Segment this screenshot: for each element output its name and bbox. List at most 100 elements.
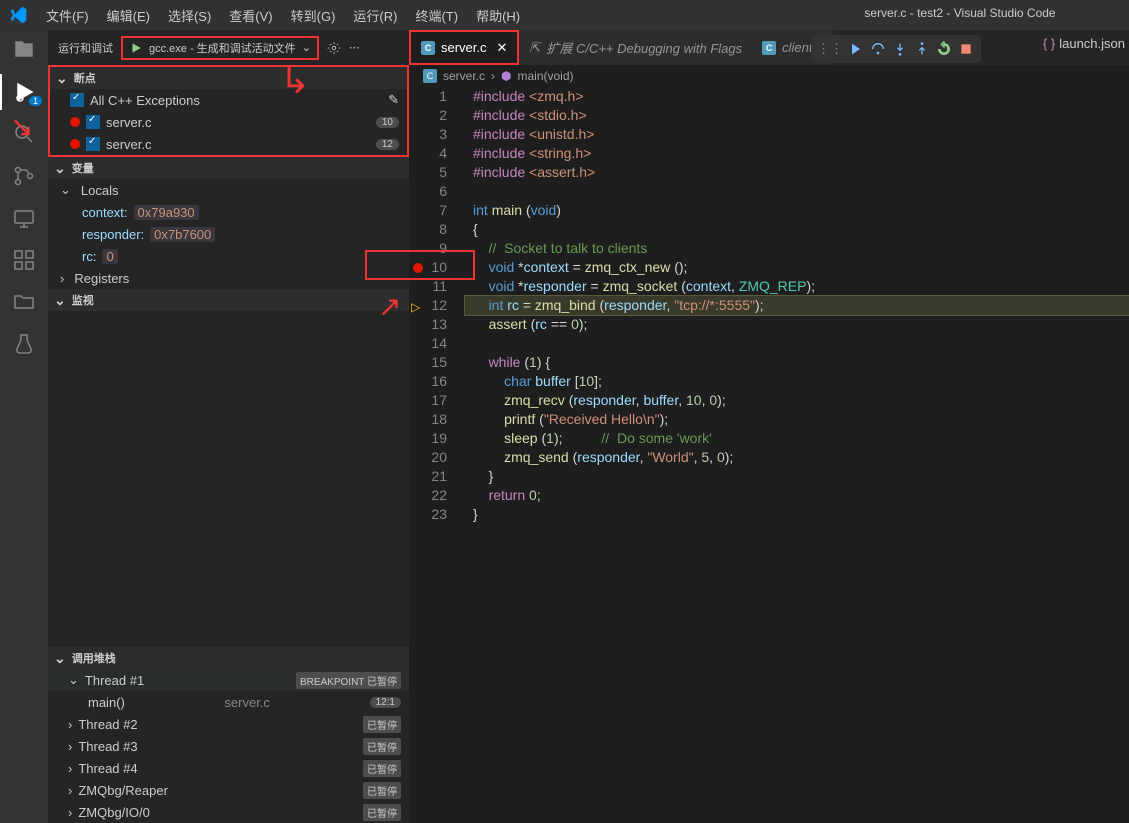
line-number[interactable]: 7 bbox=[409, 201, 447, 220]
code-line[interactable] bbox=[465, 334, 1129, 353]
tab-server-c[interactable]: C server.c ✕ bbox=[411, 32, 517, 63]
thread-row[interactable]: ›Thread #3已暂停 bbox=[48, 735, 409, 757]
callstack-section-header[interactable]: 调用堆栈 bbox=[48, 647, 409, 669]
tab-extension[interactable]: ⇱ 扩展 C/C++ Debugging with Flags bbox=[519, 30, 752, 65]
code-line[interactable]: int rc = zmq_bind (responder, "tcp://*:5… bbox=[465, 296, 1129, 315]
pencil-icon[interactable]: ✎ bbox=[388, 92, 399, 108]
stop-button[interactable] bbox=[957, 40, 975, 58]
registers-node[interactable]: ›Registers bbox=[48, 267, 409, 289]
source-control-icon[interactable] bbox=[12, 164, 36, 188]
line-number[interactable]: 8 bbox=[409, 220, 447, 239]
line-number[interactable]: 13 bbox=[409, 315, 447, 334]
code-line[interactable] bbox=[465, 182, 1129, 201]
line-number[interactable]: 15 bbox=[409, 353, 447, 372]
code-line[interactable]: assert (rc == 0); bbox=[465, 315, 1129, 334]
folder-icon[interactable] bbox=[12, 290, 36, 314]
line-number[interactable]: 3 bbox=[409, 125, 447, 144]
explorer-icon[interactable] bbox=[12, 38, 36, 62]
line-number[interactable]: 18 bbox=[409, 410, 447, 429]
code-line[interactable]: zmq_send (responder, "World", 5, 0); bbox=[465, 448, 1129, 467]
thread-row[interactable]: ›Thread #2已暂停 bbox=[48, 713, 409, 735]
code-editor[interactable]: 123456789101112▷1314151617181920212223 #… bbox=[409, 87, 1129, 524]
breadcrumb[interactable]: C server.c › ⬢ main(void) bbox=[409, 65, 1129, 87]
remote-icon[interactable] bbox=[12, 206, 36, 230]
menu-item[interactable]: 查看(V) bbox=[221, 2, 280, 29]
breakpoint-row[interactable]: server.c10 bbox=[50, 111, 407, 133]
code-line[interactable]: while (1) { bbox=[465, 353, 1129, 372]
tab-launch-json[interactable]: { }launch.json bbox=[1043, 36, 1125, 51]
code-line[interactable]: } bbox=[465, 467, 1129, 486]
code-line[interactable]: #include <zmq.h> bbox=[465, 87, 1129, 106]
menu-item[interactable]: 运行(R) bbox=[345, 2, 405, 29]
code-line[interactable]: } bbox=[465, 505, 1129, 524]
close-icon[interactable]: ✕ bbox=[497, 40, 508, 56]
code-line[interactable]: zmq_recv (responder, buffer, 10, 0); bbox=[465, 391, 1129, 410]
menu-item[interactable]: 选择(S) bbox=[160, 2, 219, 29]
checkbox[interactable] bbox=[86, 137, 100, 151]
menu-item[interactable]: 终端(T) bbox=[407, 2, 466, 29]
line-number[interactable]: 4 bbox=[409, 144, 447, 163]
line-number[interactable]: 12▷ bbox=[409, 296, 447, 315]
thread-row[interactable]: ⌄Thread #1BREAKPOINT 已暂停 bbox=[48, 669, 409, 691]
code-line[interactable]: { bbox=[465, 220, 1129, 239]
menu-item[interactable]: 编辑(E) bbox=[99, 2, 158, 29]
step-out-button[interactable] bbox=[913, 40, 931, 58]
code-line[interactable]: char buffer [10]; bbox=[465, 372, 1129, 391]
gear-icon[interactable] bbox=[327, 41, 341, 55]
menu-item[interactable]: 帮助(H) bbox=[468, 2, 528, 29]
watch-section-header[interactable]: 监视 bbox=[48, 289, 409, 311]
line-number[interactable]: 14 bbox=[409, 334, 447, 353]
step-into-button[interactable] bbox=[891, 40, 909, 58]
line-number[interactable]: 23 bbox=[409, 505, 447, 524]
line-number[interactable]: 16 bbox=[409, 372, 447, 391]
breakpoints-section-header[interactable]: 断点 bbox=[50, 67, 407, 89]
line-number[interactable]: 10 bbox=[409, 258, 447, 277]
locals-node[interactable]: ⌄Locals bbox=[48, 179, 409, 201]
code-line[interactable]: void *responder = zmq_socket (context, Z… bbox=[465, 277, 1129, 296]
line-number[interactable]: 20 bbox=[409, 448, 447, 467]
code-line[interactable]: #include <unistd.h> bbox=[465, 125, 1129, 144]
line-number[interactable]: 1 bbox=[409, 87, 447, 106]
code-line[interactable]: #include <stdio.h> bbox=[465, 106, 1129, 125]
testing-icon[interactable] bbox=[12, 332, 36, 356]
code-line[interactable]: printf ("Received Hello\n"); bbox=[465, 410, 1129, 429]
extensions-icon[interactable] bbox=[12, 248, 36, 272]
breakpoint-row[interactable]: server.c12 bbox=[50, 133, 407, 155]
variable-row[interactable]: rc: 0 bbox=[48, 245, 409, 267]
checkbox[interactable] bbox=[86, 115, 100, 129]
variables-section-header[interactable]: 变量 bbox=[48, 157, 409, 179]
thread-row[interactable]: ›Thread #4已暂停 bbox=[48, 757, 409, 779]
line-number[interactable]: 5 bbox=[409, 163, 447, 182]
thread-row[interactable]: ›ZMQbg/Reaper已暂停 bbox=[48, 779, 409, 801]
line-number[interactable]: 2 bbox=[409, 106, 447, 125]
run-debug-icon[interactable]: 1 bbox=[12, 80, 36, 104]
code-line[interactable]: // Socket to talk to clients bbox=[465, 239, 1129, 258]
code-line[interactable]: #include <assert.h> bbox=[465, 163, 1129, 182]
continue-button[interactable] bbox=[847, 40, 865, 58]
code-line[interactable]: void *context = zmq_ctx_new (); bbox=[465, 258, 1129, 277]
code-line[interactable]: #include <string.h> bbox=[465, 144, 1129, 163]
menu-item[interactable]: 文件(F) bbox=[38, 2, 97, 29]
code-line[interactable]: sleep (1); // Do some 'work' bbox=[465, 429, 1129, 448]
menu-item[interactable]: 转到(G) bbox=[283, 2, 344, 29]
code-line[interactable]: int main (void) bbox=[465, 201, 1129, 220]
restart-button[interactable] bbox=[935, 40, 953, 58]
line-number[interactable]: 11 bbox=[409, 277, 447, 296]
breakpoint-dot-icon[interactable] bbox=[413, 263, 423, 273]
code-line[interactable]: return 0; bbox=[465, 486, 1129, 505]
line-number[interactable]: 17 bbox=[409, 391, 447, 410]
checkbox[interactable] bbox=[70, 93, 84, 107]
thread-row[interactable]: ›ZMQbg/IO/0已暂停 bbox=[48, 801, 409, 823]
search-icon[interactable] bbox=[12, 122, 36, 146]
drag-handle-icon[interactable]: ⋮⋮ bbox=[817, 41, 843, 57]
breakpoint-row[interactable]: All C++ Exceptions✎ bbox=[50, 89, 407, 111]
line-number[interactable]: 6 bbox=[409, 182, 447, 201]
variable-row[interactable]: context: 0x79a930 bbox=[48, 201, 409, 223]
debug-config-selector[interactable]: gcc.exe - 生成和调试活动文件 ⌄ bbox=[121, 36, 319, 60]
line-number[interactable]: 19 bbox=[409, 429, 447, 448]
line-number[interactable]: 22 bbox=[409, 486, 447, 505]
stack-frame[interactable]: main()server.c12:1 bbox=[48, 691, 409, 713]
more-icon[interactable]: ⋯ bbox=[349, 41, 360, 54]
line-number[interactable]: 9 bbox=[409, 239, 447, 258]
variable-row[interactable]: responder: 0x7b7600 bbox=[48, 223, 409, 245]
